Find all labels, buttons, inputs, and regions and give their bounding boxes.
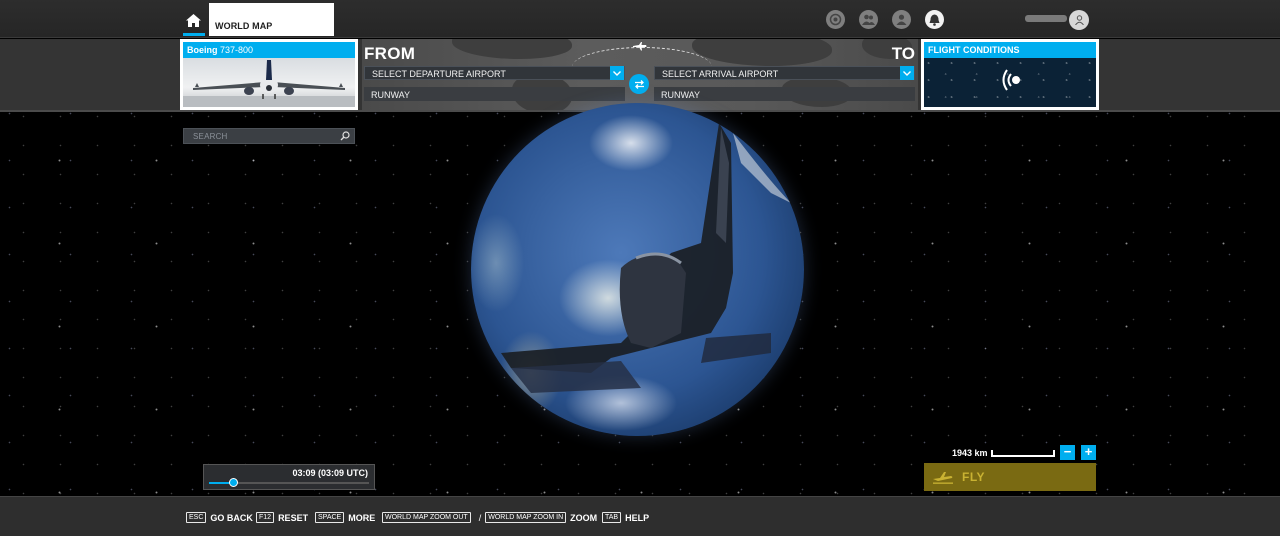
- departure-airport-select[interactable]: SELECT DEPARTURE AIRPORT: [364, 66, 625, 80]
- search-placeholder: SEARCH: [193, 132, 228, 141]
- map-scale-label: 1943 km: [952, 448, 988, 458]
- arrival-runway-select[interactable]: RUNWAY: [654, 87, 915, 101]
- airplane-icon: [633, 42, 647, 51]
- reset-label: RESET: [278, 512, 309, 523]
- flight-conditions-card[interactable]: FLIGHT CONDITIONS: [921, 39, 1099, 110]
- time-of-day-panel: 03:09 (03:09 UTC): [203, 464, 375, 490]
- zoom-out-key: WORLD MAP ZOOM OUT: [382, 512, 471, 523]
- chevron-down-icon[interactable]: [610, 66, 624, 80]
- friends-icon[interactable]: [859, 10, 878, 29]
- chevron-down-icon[interactable]: [900, 66, 914, 80]
- f12-key: F12: [256, 512, 275, 523]
- aircraft-selection-card[interactable]: Boeing 737-800: [180, 39, 358, 110]
- arrival-airport-select[interactable]: SELECT ARRIVAL AIRPORT: [654, 66, 915, 80]
- swap-airports-button[interactable]: [629, 74, 649, 94]
- arrival-airport-placeholder: SELECT ARRIVAL AIRPORT: [662, 69, 779, 79]
- more-hint[interactable]: SPACE MORE: [315, 512, 375, 523]
- home-button[interactable]: [183, 10, 205, 36]
- profile-icon[interactable]: [892, 10, 911, 29]
- zoom-label: ZOOM: [570, 512, 598, 523]
- aircraft-model: 737-800: [220, 45, 254, 55]
- zoom-in-key: WORLD MAP ZOOM IN: [485, 512, 567, 523]
- fly-label: FLY: [962, 470, 986, 484]
- aircraft-manufacturer: Boeing: [187, 45, 218, 55]
- to-label: TO: [891, 44, 915, 63]
- spacecraft-model: [501, 123, 791, 393]
- time-slider[interactable]: [209, 478, 369, 487]
- aircraft-image: [183, 58, 355, 107]
- search-input[interactable]: SEARCH: [183, 128, 355, 144]
- takeoff-icon: [933, 472, 953, 484]
- go-back-hint[interactable]: ESC GO BACK: [186, 512, 253, 523]
- route-panel: FROM TO SELECT DEPARTURE AIRPORT RUNWAY …: [362, 39, 918, 110]
- departure-runway-select[interactable]: RUNWAY: [364, 87, 625, 101]
- tab-world-map[interactable]: WORLD MAP: [209, 3, 334, 36]
- esc-key: ESC: [186, 512, 207, 523]
- aircraft-title: Boeing 737-800: [183, 42, 355, 58]
- go-back-label: GO BACK: [210, 512, 253, 523]
- earth-globe[interactable]: [471, 103, 804, 436]
- username-redacted: [1025, 15, 1067, 22]
- zoom-out-button[interactable]: −: [1060, 445, 1075, 460]
- reset-hint[interactable]: F12 RESET: [256, 512, 308, 523]
- time-slider-handle[interactable]: [229, 478, 238, 487]
- notifications-icon[interactable]: [925, 10, 944, 29]
- help-label: HELP: [625, 512, 650, 523]
- more-label: MORE: [348, 512, 376, 523]
- time-display: 03:09 (03:09 UTC): [292, 468, 368, 478]
- help-hint[interactable]: TAB HELP: [602, 512, 649, 523]
- space-key: SPACE: [315, 512, 345, 523]
- zoom-in-button[interactable]: +: [1081, 445, 1096, 460]
- flight-conditions-title: FLIGHT CONDITIONS: [924, 42, 1096, 58]
- zoom-hint[interactable]: WORLD MAP ZOOM OUT / WORLD MAP ZOOM IN Z…: [382, 512, 597, 523]
- fly-button[interactable]: FLY: [924, 463, 1096, 491]
- map-scale-bar: [991, 450, 1055, 457]
- home-active-indicator: [183, 33, 205, 36]
- user-icon: [1074, 15, 1084, 25]
- avatar[interactable]: [1069, 10, 1089, 30]
- search-icon[interactable]: [340, 131, 350, 141]
- home-icon: [186, 14, 201, 27]
- activity-icon[interactable]: [826, 10, 845, 29]
- zoom-separator: /: [478, 512, 482, 523]
- swap-icon: [634, 79, 644, 89]
- bottom-bar: ESC GO BACK F12 RESET SPACE MORE WORLD M…: [0, 496, 1280, 536]
- loading-icon: [1002, 69, 1020, 91]
- flight-conditions-preview: [924, 58, 1096, 107]
- from-label: FROM: [364, 44, 416, 63]
- departure-airport-placeholder: SELECT DEPARTURE AIRPORT: [372, 69, 506, 79]
- tab-key: TAB: [602, 512, 622, 523]
- top-bar: WORLD MAP: [0, 0, 1280, 38]
